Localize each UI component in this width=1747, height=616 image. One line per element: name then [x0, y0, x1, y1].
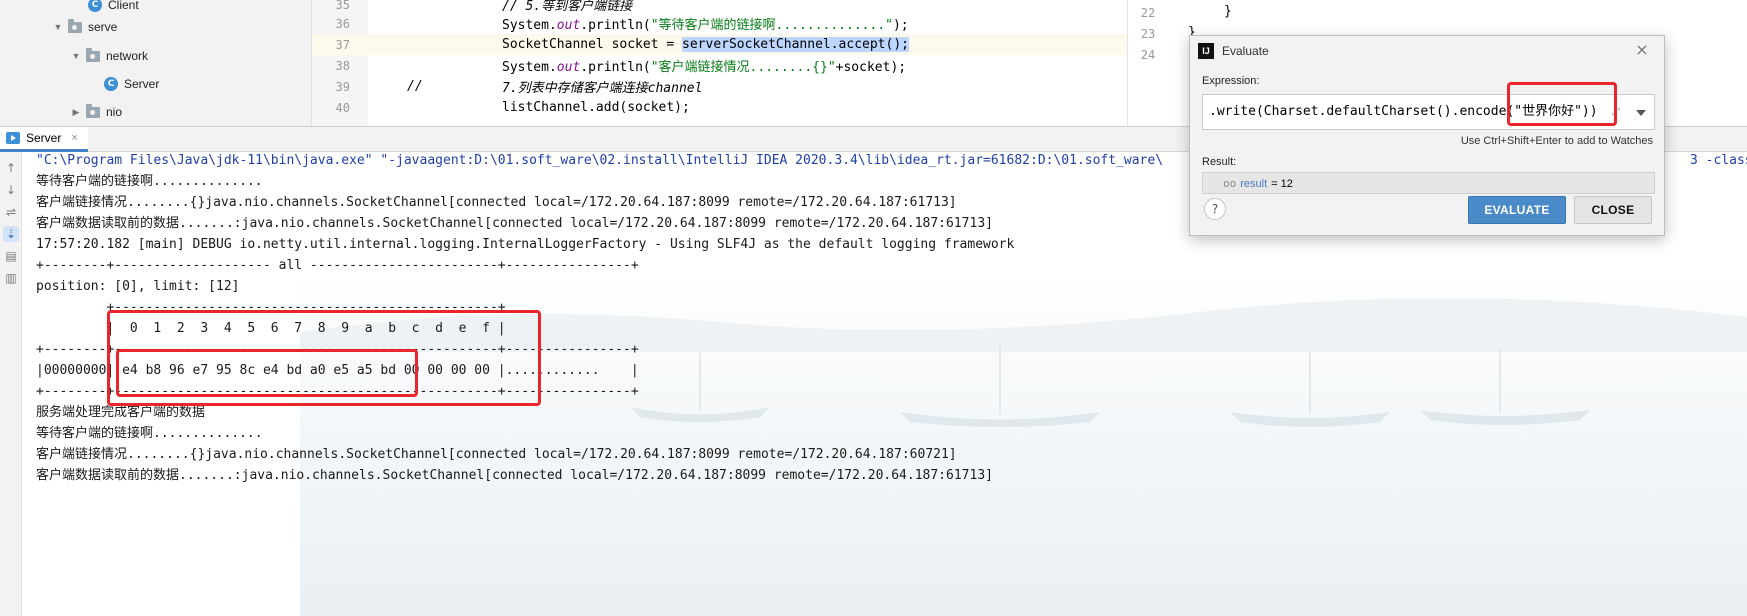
soft-wrap-icon[interactable]: ⇌	[3, 204, 19, 220]
console-line: 客户端数据读取前的数据.......:java.nio.channels.Soc…	[36, 216, 993, 231]
expression-label: Expression:	[1202, 75, 1260, 87]
print-icon[interactable]: ▤	[3, 248, 19, 264]
tree-item-serve[interactable]: ▼ serve	[52, 16, 117, 38]
result-value: = 12	[1271, 177, 1293, 190]
code-line[interactable]: 39 // 7.列表中存储客户端连接channel	[312, 76, 1127, 97]
console-line: 等待客户端的链接啊..............	[36, 426, 263, 441]
watches-hint: Use Ctrl+Shift+Enter to add to Watches	[1460, 135, 1653, 147]
line-number: 24	[1140, 48, 1156, 62]
tree-item-label: serve	[88, 20, 118, 34]
code-text: listChannel.add(socket);	[502, 100, 690, 115]
chevron-down-icon[interactable]: ▼	[70, 51, 82, 61]
console-line: 客户端链接情况........{}java.nio.channels.Socke…	[36, 447, 957, 462]
code-text: }	[1224, 4, 1232, 19]
tree-item-label: Client	[108, 0, 139, 12]
tree-item-network[interactable]: ▼ network	[70, 45, 148, 67]
console-line: 17:57:20.182 [main] DEBUG io.netty.util.…	[36, 237, 1015, 252]
line-number: 37	[335, 37, 350, 52]
evaluate-button[interactable]: EVALUATE	[1468, 196, 1566, 224]
arrow-down-icon[interactable]: ↓	[3, 182, 19, 198]
code-line[interactable]: 36 System.out.println("等待客户端的链接啊........…	[312, 13, 1127, 34]
selected-text: serverSocketChannel.accept();	[682, 37, 909, 52]
arrow-up-icon[interactable]: ↑	[3, 160, 19, 176]
close-button[interactable]: CLOSE	[1574, 196, 1652, 224]
line-number: 36	[335, 16, 350, 31]
close-icon[interactable]: ×	[71, 132, 77, 144]
class-icon: C	[104, 77, 118, 91]
tree-item-client[interactable]: C Client	[88, 0, 139, 16]
tab-server[interactable]: Server ×	[0, 127, 88, 152]
comment-prefix: //	[407, 79, 423, 94]
tree-item-label: Server	[124, 77, 160, 91]
result-row[interactable]: oo result = 12	[1223, 177, 1293, 190]
code-line[interactable]: 38 System.out.println("客户端链接情况........{}…	[312, 55, 1127, 76]
tree-item-nio[interactable]: ▶ nio	[70, 101, 122, 123]
console-line: "C:\Program Files\Java\jdk-11\bin\java.e…	[36, 153, 1164, 168]
trash-icon[interactable]: ▥	[3, 270, 19, 286]
console-toolstrip: ↑ ↓ ⇌ ⇣ ▤ ▥	[0, 152, 22, 616]
help-button[interactable]: ?	[1204, 198, 1226, 220]
tree-item-server[interactable]: C Server	[104, 73, 159, 95]
line-number: 35	[335, 0, 350, 12]
tab-label: Server	[26, 131, 62, 145]
close-icon[interactable]: ×	[1634, 42, 1650, 58]
tree-item-label: nio	[106, 105, 123, 119]
code-text: SocketChannel socket = serverSocketChann…	[502, 37, 909, 52]
line-number: 38	[335, 58, 350, 73]
chevron-down-icon[interactable]	[1636, 110, 1646, 116]
line-number: 40	[335, 100, 350, 115]
result-label: Result:	[1202, 156, 1237, 168]
package-folder-icon	[68, 18, 82, 33]
console-line: +--------+-------------------- all -----…	[36, 258, 639, 273]
result-name: result	[1240, 177, 1268, 190]
package-folder-icon	[86, 47, 100, 62]
line-number: 39	[335, 79, 350, 94]
console-line: 客户端链接情况........{}java.nio.channels.Socke…	[36, 195, 957, 210]
console-line: position: [0], limit: [12]	[36, 279, 240, 294]
project-tree: C Client ▼ serve ▼ network C Server ▶ ni…	[0, 0, 312, 126]
tree-item-label: network	[106, 49, 149, 63]
code-text: System.out.println("等待客户端的链接啊...........…	[502, 18, 909, 33]
result-tree[interactable]: oo result = 12	[1202, 172, 1655, 194]
code-text: 7.列表中存储客户端连接channel	[502, 81, 703, 96]
scroll-to-end-icon[interactable]: ⇣	[3, 226, 19, 242]
code-text: // 5.等到客户端链接	[502, 0, 633, 14]
dialog-title: Evaluate	[1222, 44, 1269, 58]
code-line[interactable]: 40 listChannel.add(socket);	[312, 97, 1127, 118]
package-folder-icon	[86, 103, 100, 118]
console-line: 等待客户端的链接啊..............	[36, 174, 263, 189]
line-number: 23	[1140, 27, 1156, 41]
code-text: System.out.println("客户端链接情况........{}"+s…	[502, 60, 907, 75]
dialog-title-bar[interactable]: IJ Evaluate	[1190, 36, 1664, 66]
evaluate-dialog: IJ Evaluate × Expression: .write(Charset…	[1189, 35, 1665, 236]
console-line: 3 -classpat	[1690, 153, 1747, 168]
annotation-box-expression	[1507, 82, 1617, 126]
watch-glasses-icon: oo	[1223, 177, 1237, 190]
code-editor[interactable]: 35 // 5.等到客户端链接 36 System.out.println("等…	[312, 0, 1127, 126]
chevron-down-icon[interactable]: ▼	[52, 22, 64, 32]
code-line-current[interactable]: 37 SocketChannel socket = serverSocketCh…	[312, 34, 1127, 55]
intellij-logo-icon: IJ	[1198, 43, 1214, 59]
run-config-icon	[6, 132, 20, 144]
line-number: 22	[1140, 6, 1156, 20]
chevron-right-icon[interactable]: ▶	[70, 107, 82, 118]
annotation-box-hex-bytes	[116, 349, 418, 397]
console-line: 客户端数据读取前的数据.......:java.nio.channels.Soc…	[36, 468, 993, 483]
class-icon: C	[88, 0, 102, 12]
